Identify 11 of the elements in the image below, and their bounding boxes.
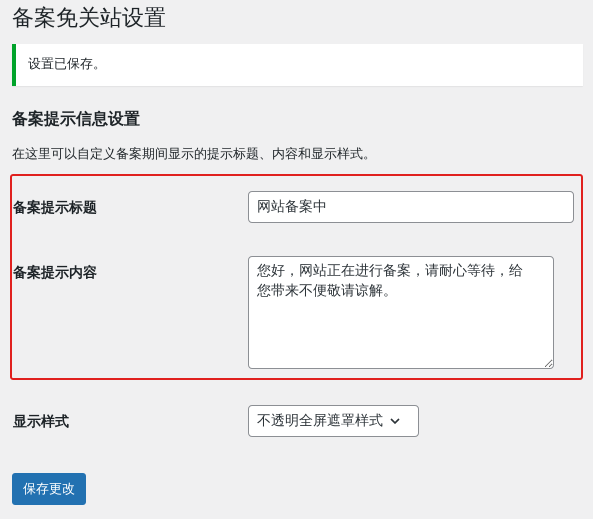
field-label: 备案提示内容 bbox=[13, 264, 98, 282]
page-title: 备案免关站设置 bbox=[12, 5, 167, 33]
text-area[interactable]: 您好，网站正在进行备案，请耐心等待，给您带来不便敬请谅解。 bbox=[248, 256, 554, 369]
save-button[interactable]: 保存更改 bbox=[12, 473, 86, 505]
field-label: 显示样式 bbox=[13, 413, 70, 431]
style-dropdown[interactable]: 不透明全屏遮罩样式 bbox=[248, 405, 419, 437]
notice-text: 设置已保存。 bbox=[28, 56, 107, 74]
text-input[interactable]: 网站备案中 bbox=[248, 191, 574, 223]
section-heading: 备案提示信息设置 bbox=[12, 108, 141, 130]
section-description: 在这里可以自定义备案期间显示的提示标题、内容和显示样式。 bbox=[12, 146, 377, 164]
field-label: 备案提示标题 bbox=[13, 198, 98, 217]
